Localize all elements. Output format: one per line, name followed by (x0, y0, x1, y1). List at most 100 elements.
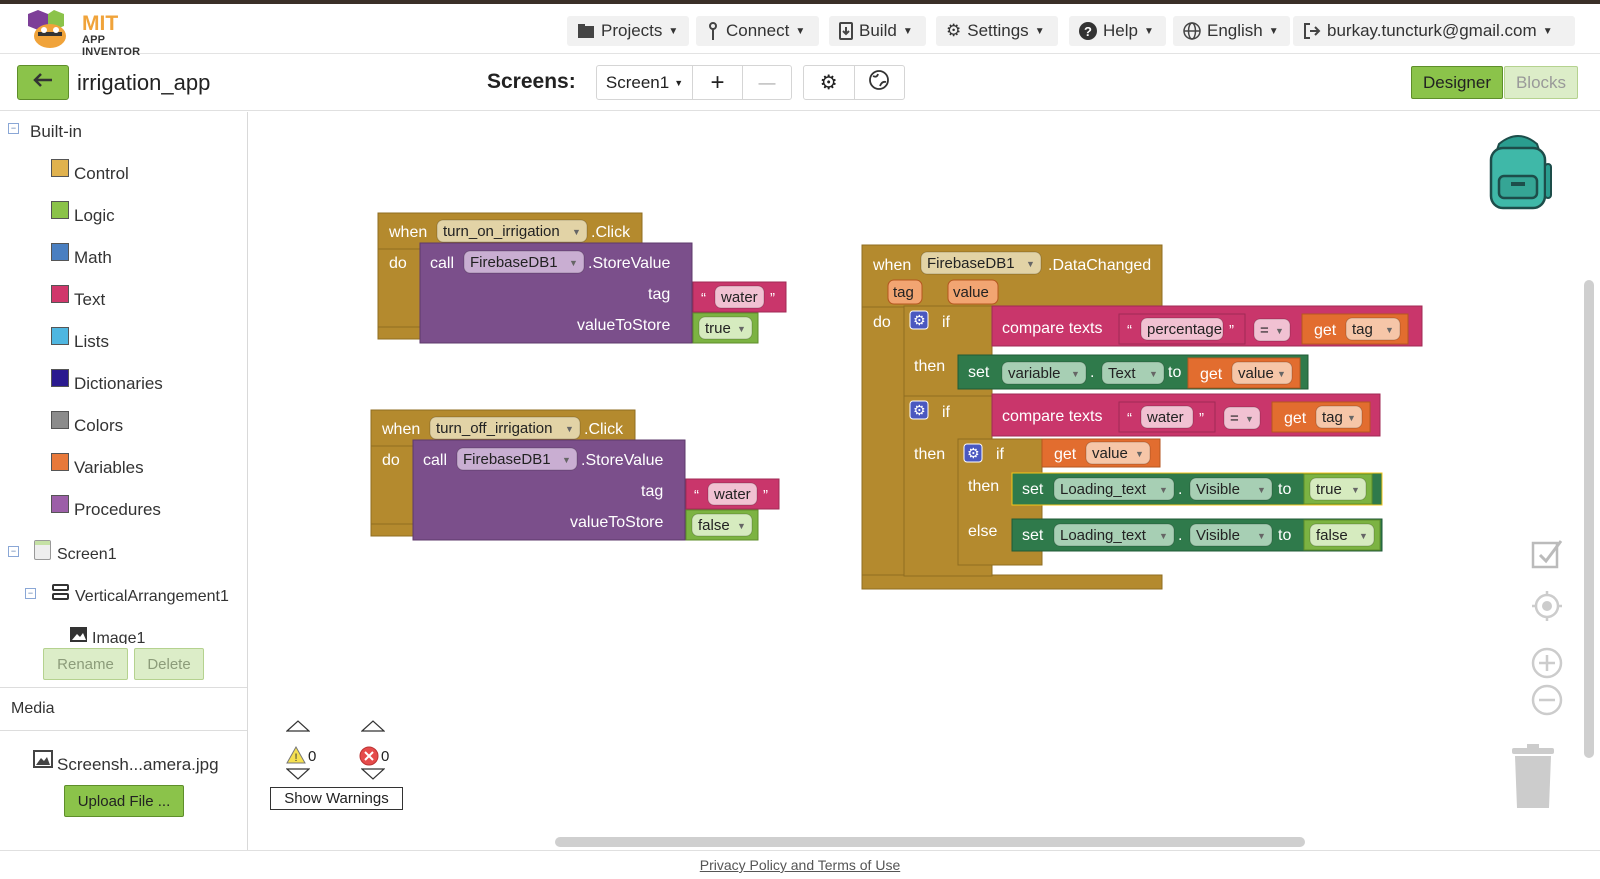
category-colors[interactable]: Colors (50, 409, 240, 435)
chevron-down-icon[interactable]: ▼ (572, 227, 581, 237)
category-text[interactable]: Text (50, 283, 240, 309)
blocks-workspace[interactable]: when turn_on_irrigation ▼ .Click do call Fireb… (249, 112, 1600, 850)
chevron-down-icon[interactable]: ▼ (1135, 449, 1144, 459)
rename-button[interactable]: Rename (43, 648, 128, 680)
get-value-block-var-text: value (1238, 365, 1274, 382)
warnings-down-arrow-icon[interactable] (285, 767, 311, 785)
screen-selector-group: Screen1 ▼ + — (596, 65, 792, 100)
quote-close: ” (770, 290, 775, 307)
show-warnings-button[interactable]: Show Warnings (270, 787, 403, 810)
account-menu[interactable]: burkay.tuncturk@gmail.com ▼ (1293, 16, 1575, 46)
build-menu[interactable]: Build ▼ (829, 16, 926, 46)
do-label: do (389, 255, 407, 272)
tree-screen1[interactable]: Screen1 (57, 546, 117, 564)
if-label: if (942, 314, 951, 331)
delete-button[interactable]: Delete (134, 648, 204, 680)
blocks-palette: − Built-in Control Logic Math Text Lists Dict… (0, 112, 248, 850)
chevron-down-icon[interactable]: ▼ (1071, 369, 1080, 379)
vertical-scrollbar[interactable] (1584, 280, 1594, 758)
then-label: then (914, 446, 945, 463)
chevron-down-icon[interactable]: ▼ (1159, 531, 1168, 541)
category-label: Variables (74, 458, 144, 477)
connect-menu[interactable]: Connect ▼ (696, 16, 819, 46)
warnings-up-arrow-icon[interactable] (285, 719, 311, 737)
chevron-down-icon[interactable]: ▼ (565, 424, 574, 434)
if-label: if (942, 404, 951, 421)
tree-vertical-arrangement[interactable]: VerticalArrangement1 (75, 588, 229, 606)
chevron-down-icon[interactable]: ▼ (1359, 531, 1368, 541)
chevron-down-icon[interactable]: ▼ (1159, 485, 1168, 495)
category-lists[interactable]: Lists (50, 325, 240, 351)
screen-select[interactable]: Screen1 ▼ (597, 66, 693, 99)
add-screen-button[interactable]: + (693, 66, 743, 99)
back-button[interactable] (17, 65, 69, 100)
privacy-link[interactable]: Privacy Policy and Terms of Use (700, 857, 900, 873)
category-math[interactable]: Math (50, 241, 240, 267)
category-procedures[interactable]: Procedures (50, 493, 240, 519)
category-logic[interactable]: Logic (50, 199, 240, 225)
method-label: .StoreValue (588, 255, 671, 272)
category-color-swatch (51, 453, 69, 471)
event-block-footer[interactable] (861, 574, 1163, 590)
chevron-down-icon[interactable]: ▼ (1347, 413, 1356, 423)
horizontal-scrollbar[interactable] (555, 837, 1305, 847)
tree-image1[interactable]: Image1 (92, 630, 145, 644)
footer: Privacy Policy and Terms of Use (0, 850, 1600, 879)
chevron-down-icon[interactable]: ▼ (1149, 369, 1158, 379)
chevron-down-icon[interactable]: ▼ (737, 521, 746, 531)
gear-icon[interactable]: ⚙ (913, 312, 926, 328)
if-label: if (996, 446, 1005, 463)
gear-icon[interactable]: ⚙ (913, 402, 926, 418)
settings-menu[interactable]: ⚙ Settings ▼ (936, 16, 1058, 46)
quote-close: ” (763, 487, 768, 504)
blocks-svg: when turn_on_irrigation ▼ .Click do call Fireb… (370, 212, 1423, 590)
media-label: Media (11, 700, 55, 717)
event-block-body[interactable] (861, 306, 905, 578)
chevron-down-icon[interactable]: ▼ (1275, 326, 1284, 336)
help-menu[interactable]: ? Help ▼ (1069, 16, 1166, 46)
chevron-down-icon[interactable]: ▼ (569, 258, 578, 268)
chevron-down-icon: ▼ (795, 25, 806, 37)
project-properties-button[interactable]: ⚙ (804, 66, 855, 99)
gear-icon[interactable]: ⚙ (967, 445, 980, 461)
recenter-icon[interactable] (1531, 590, 1563, 627)
designer-button[interactable]: Designer (1411, 66, 1503, 99)
chevron-down-icon[interactable]: ▼ (1257, 531, 1266, 541)
category-label: Text (74, 290, 106, 309)
media-file[interactable]: Screensh...amera.jpg (57, 755, 219, 775)
trash-icon[interactable] (1509, 744, 1557, 815)
chevron-down-icon[interactable]: ▼ (1245, 414, 1254, 424)
projects-menu[interactable]: Projects ▼ (567, 16, 689, 46)
value-boolean-block-value-text: true (705, 320, 731, 337)
chevron-down-icon[interactable]: ▼ (1277, 369, 1286, 379)
app-logo[interactable]: MIT APP INVENTOR (26, 8, 166, 58)
category-variables[interactable]: Variables (50, 451, 240, 477)
language-menu[interactable]: English ▼ (1173, 16, 1290, 46)
db-dropdown-text: FirebaseDB1 (470, 254, 558, 271)
remove-screen-button[interactable]: — (743, 66, 791, 99)
collapse-builtin-toggle[interactable]: − (8, 123, 19, 134)
compare-label: compare texts (1002, 320, 1102, 337)
preview-button[interactable] (855, 66, 905, 99)
zoom-in-icon[interactable] (1531, 647, 1563, 684)
get-label: get (1200, 366, 1223, 383)
chevron-down-icon[interactable]: ▼ (737, 324, 746, 334)
collapse-screen-toggle[interactable]: − (8, 546, 19, 557)
chevron-down-icon[interactable]: ▼ (1257, 485, 1266, 495)
cleanup-icon[interactable] (1530, 537, 1564, 576)
chevron-down-icon[interactable]: ▼ (562, 455, 571, 465)
blocks-button[interactable]: Blocks (1504, 66, 1578, 99)
gears-icon: ⚙ (819, 72, 838, 94)
warning-icon: ! (286, 745, 306, 769)
collapse-arrangement-toggle[interactable]: − (25, 588, 36, 599)
chevron-down-icon[interactable]: ▼ (1385, 325, 1394, 335)
category-control[interactable]: Control (50, 157, 240, 183)
upload-file-button[interactable]: Upload File ... (64, 785, 184, 817)
screen-select-value: Screen1 (605, 72, 670, 92)
category-dictionaries[interactable]: Dictionaries (50, 367, 240, 393)
chevron-down-icon[interactable]: ▼ (1026, 259, 1035, 269)
backpack-icon[interactable] (1481, 134, 1555, 212)
zoom-out-icon[interactable] (1531, 684, 1563, 721)
errors-up-arrow-icon[interactable] (360, 719, 386, 737)
chevron-down-icon[interactable]: ▼ (1351, 485, 1360, 495)
